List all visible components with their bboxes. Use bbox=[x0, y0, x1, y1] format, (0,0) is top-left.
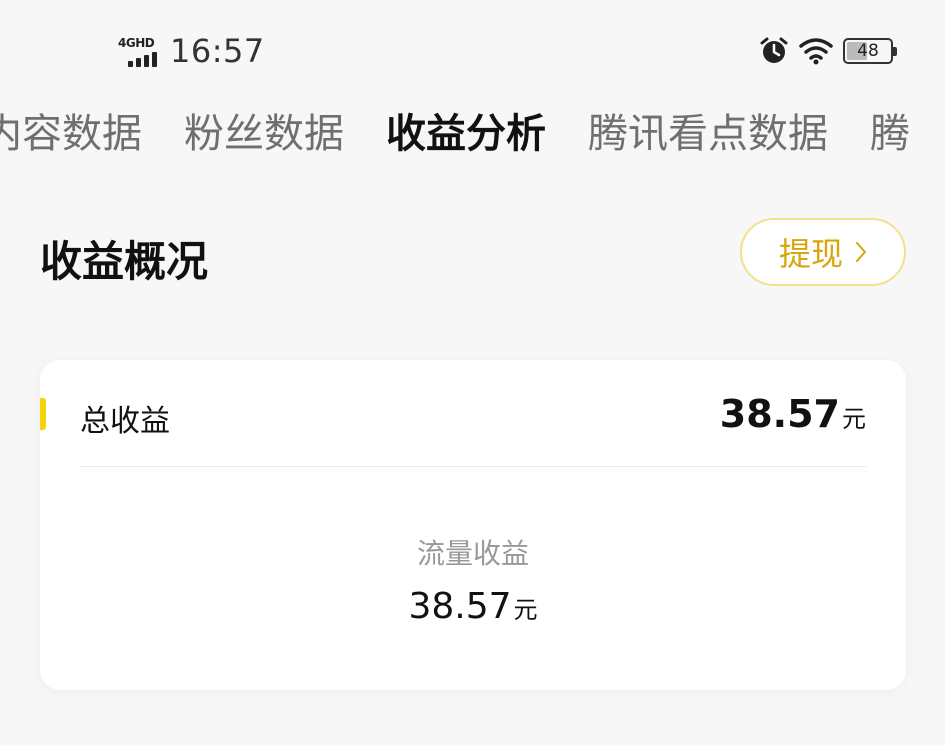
section-title: 收益概况 bbox=[40, 237, 209, 286]
tab-revenue-analysis[interactable]: 收益分析 bbox=[386, 108, 546, 160]
accent-bar bbox=[40, 398, 46, 430]
signal-icon: 4GHD bbox=[118, 36, 162, 67]
tab-more[interactable]: 腾 bbox=[870, 108, 910, 160]
tab-tencent-kandian-data[interactable]: 腾讯看点数据 bbox=[588, 108, 828, 160]
tab-content-data[interactable]: 内容数据 bbox=[0, 108, 142, 160]
traffic-revenue-label: 流量收益 bbox=[416, 537, 529, 570]
tab-list: 内容数据 粉丝数据 收益分析 腾讯看点数据 腾 bbox=[0, 108, 910, 160]
status-bar: 4GHD 16:57 48 bbox=[0, 0, 945, 100]
network-type: 4GHD bbox=[118, 36, 155, 50]
traffic-revenue: 流量收益 38.57 元 bbox=[40, 532, 906, 627]
divider bbox=[80, 466, 866, 467]
battery-icon: 48 bbox=[843, 38, 897, 64]
wifi-icon bbox=[799, 38, 833, 65]
status-time: 16:57 bbox=[170, 32, 265, 70]
total-revenue-unit: 元 bbox=[842, 405, 866, 433]
screen: 4GHD 16:57 48 内容数据 粉丝数据 收益分析 腾讯看点数据 腾 收益… bbox=[0, 0, 945, 745]
revenue-card: 总收益 38.57 元 流量收益 38.57 元 bbox=[40, 360, 906, 690]
withdraw-button[interactable]: 提现 bbox=[740, 218, 906, 286]
traffic-revenue-amount: 38.57 bbox=[408, 586, 512, 627]
traffic-revenue-value: 38.57 元 bbox=[408, 586, 537, 627]
withdraw-label: 提现 bbox=[778, 235, 843, 273]
total-revenue-label: 总收益 bbox=[80, 404, 170, 439]
total-revenue-value: 38.57 元 bbox=[720, 392, 866, 436]
status-icons: 48 bbox=[759, 36, 897, 66]
battery-level: 48 bbox=[857, 41, 879, 61]
tab-bar: 内容数据 粉丝数据 收益分析 腾讯看点数据 腾 bbox=[0, 100, 945, 170]
chevron-right-icon bbox=[856, 242, 866, 262]
alarm-icon bbox=[760, 37, 788, 63]
total-revenue-amount: 38.57 bbox=[719, 392, 840, 436]
signal-bars bbox=[128, 52, 157, 67]
tab-fans-data[interactable]: 粉丝数据 bbox=[184, 108, 344, 160]
traffic-revenue-unit: 元 bbox=[513, 596, 538, 624]
